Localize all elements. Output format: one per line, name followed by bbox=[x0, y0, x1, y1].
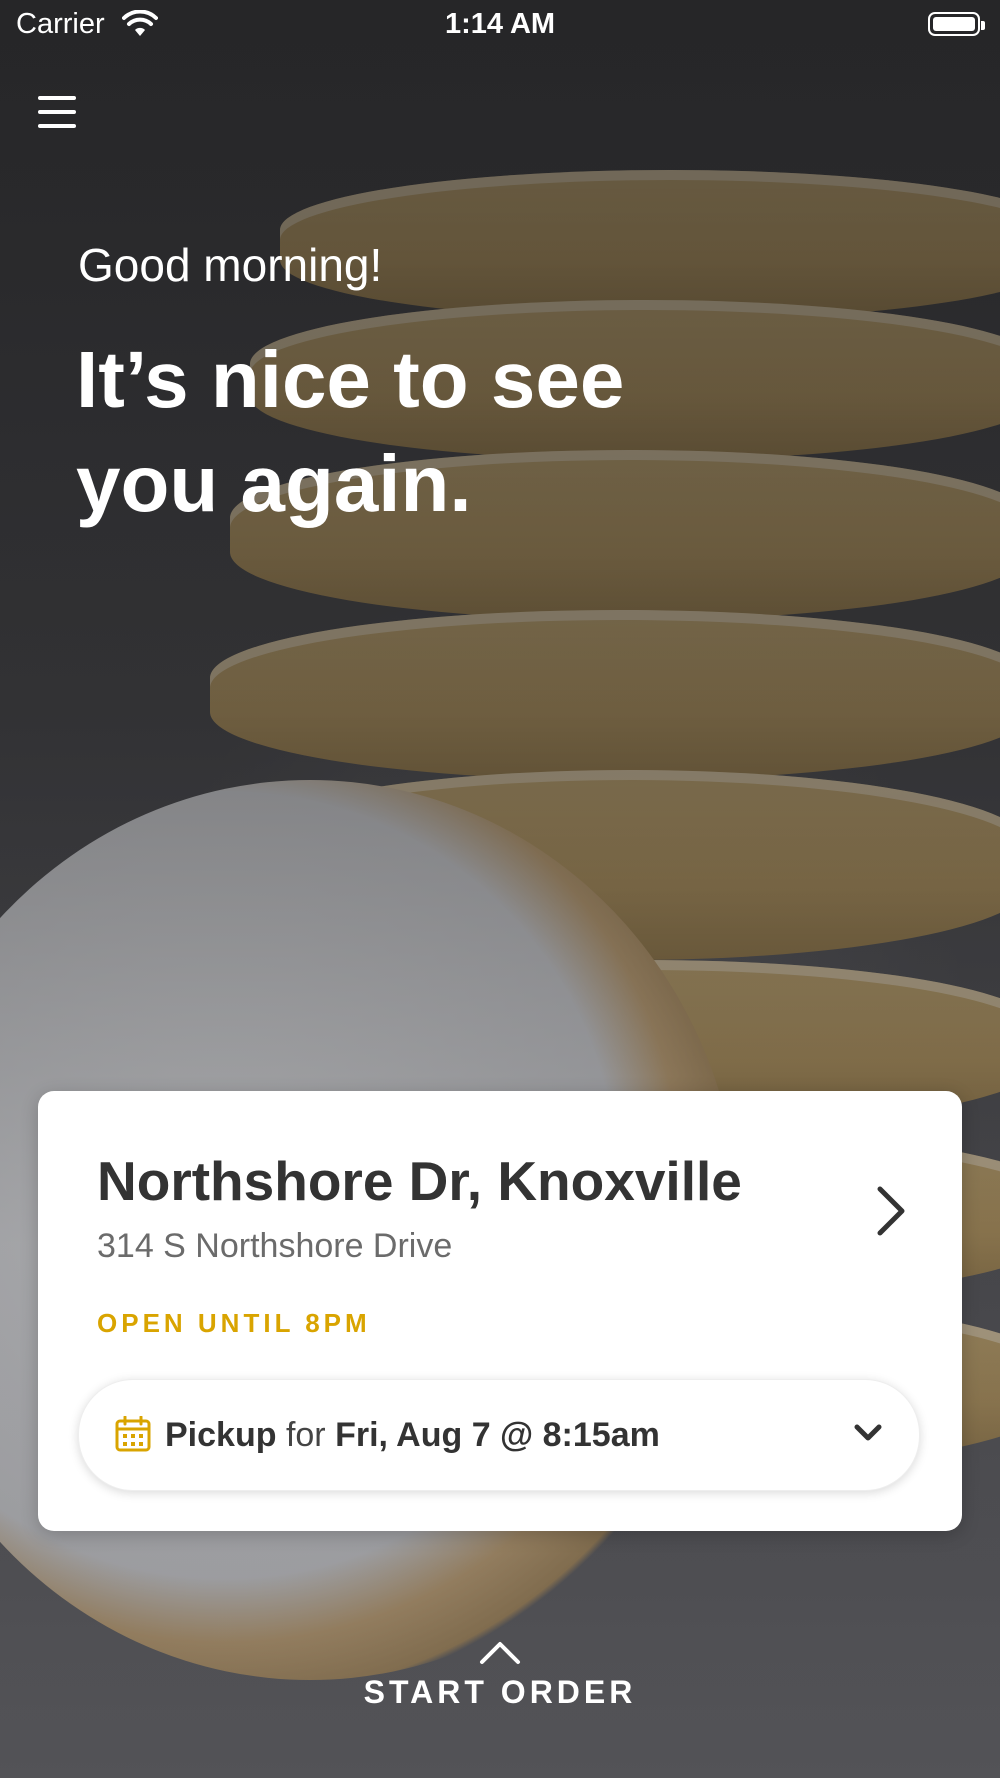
pickup-time-selector[interactable]: Pickup for Fri, Aug 7 @ 8:15am bbox=[78, 1379, 920, 1491]
chevron-up-icon bbox=[480, 1642, 520, 1664]
start-order-label: START ORDER bbox=[363, 1674, 637, 1710]
battery-icon bbox=[928, 12, 985, 36]
status-time: 1:14 AM bbox=[444, 8, 556, 40]
store-address: 314 S Northshore Drive bbox=[97, 1227, 453, 1265]
pickup-datetime: Fri, Aug 7 @ 8:15am bbox=[335, 1416, 660, 1454]
greeting-text: Good morning! bbox=[78, 239, 383, 291]
store-hours: OPEN UNTIL 8PM bbox=[97, 1308, 371, 1338]
pickup-connector: for bbox=[285, 1416, 326, 1454]
headline-text: It’s nice to see you again. bbox=[76, 335, 625, 528]
pickup-summary: Pickup for Fri, Aug 7 @ 8:15am bbox=[165, 1416, 660, 1455]
status-bar: Carrier 1:14 AM bbox=[0, 0, 1000, 52]
start-order-button[interactable]: START ORDER bbox=[0, 1640, 1000, 1711]
chevron-right-icon[interactable] bbox=[870, 1183, 910, 1239]
menu-icon[interactable] bbox=[36, 92, 80, 132]
store-card[interactable]: Northshore Dr, Knoxville 314 S Northshor… bbox=[38, 1091, 962, 1531]
store-name: Northshore Dr, Knoxville bbox=[97, 1150, 742, 1212]
calendar-icon bbox=[115, 1416, 151, 1452]
pickup-mode: Pickup bbox=[165, 1416, 277, 1454]
chevron-down-icon[interactable] bbox=[853, 1422, 883, 1444]
